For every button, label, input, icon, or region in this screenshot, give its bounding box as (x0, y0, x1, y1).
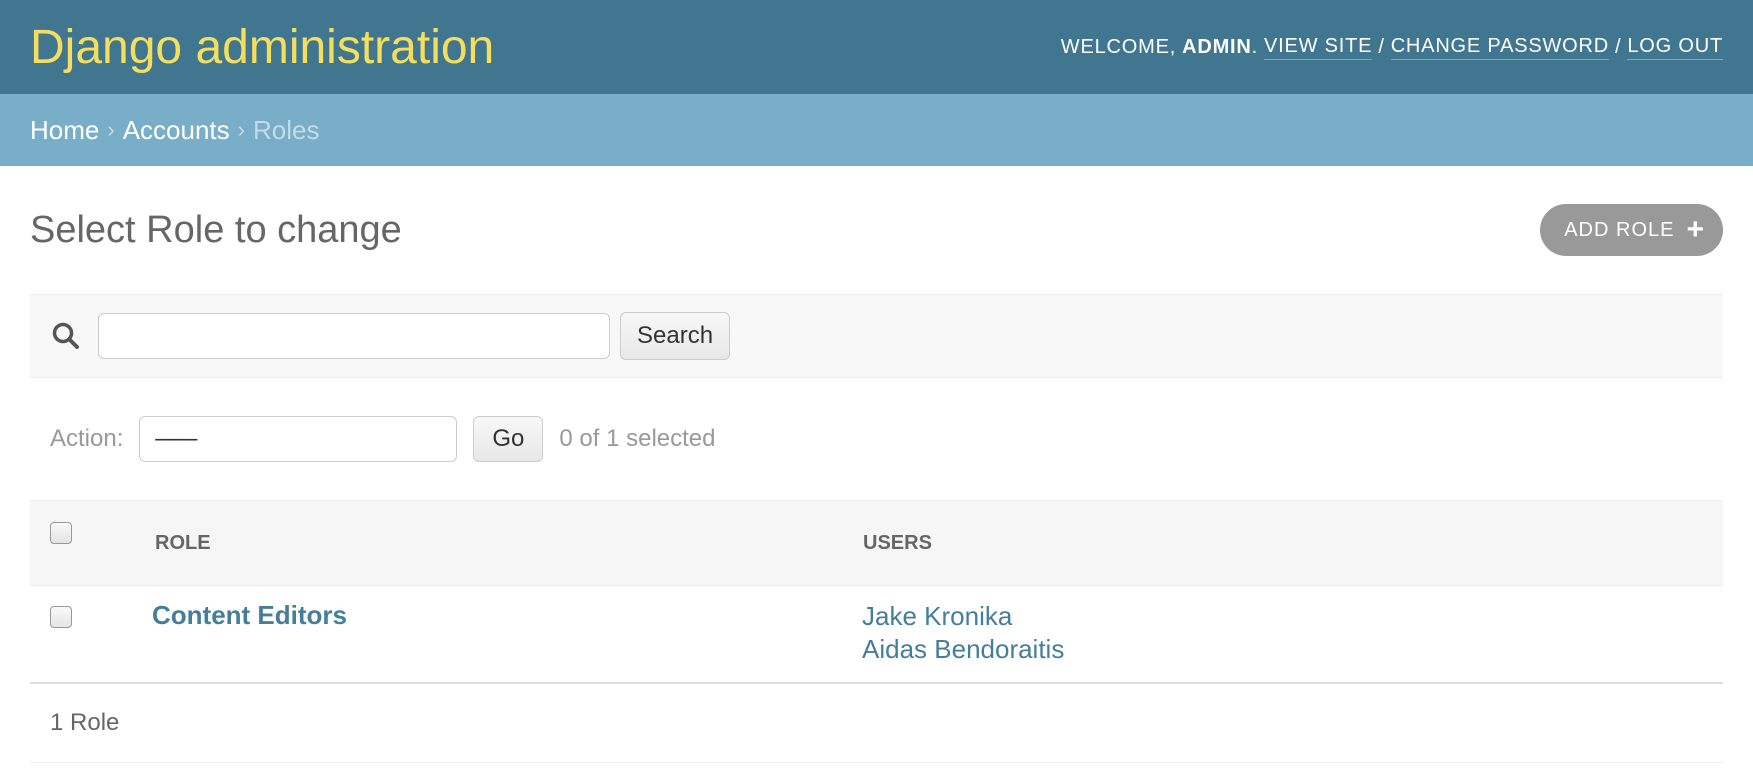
select-all-cell (30, 500, 131, 586)
user-tools: WELCOME, ADMIN. VIEW SITE / CHANGE PASSW… (1061, 35, 1723, 60)
results-table: ROLE USERS Content Editors Jake Kronika … (30, 500, 1723, 683)
users-cell: Jake Kronika Aidas Bendoraitis (861, 585, 1723, 683)
search-icon (50, 320, 82, 352)
search-button[interactable]: Search (620, 312, 731, 360)
site-branding[interactable]: Django administration (30, 20, 494, 75)
user-link[interactable]: Aidas Bendoraitis (862, 633, 1722, 666)
change-password-link[interactable]: CHANGE PASSWORD (1390, 35, 1610, 60)
separator: / (1615, 35, 1622, 58)
user-link[interactable]: Jake Kronika (862, 600, 1722, 633)
column-header-users[interactable]: USERS (861, 500, 1723, 586)
add-role-button[interactable]: ADD ROLE + (1540, 204, 1723, 256)
plus-icon: + (1686, 213, 1705, 246)
action-label: Action: (50, 425, 124, 452)
select-all-checkbox[interactable] (50, 521, 72, 544)
column-header-role[interactable]: ROLE (131, 500, 861, 586)
content: Select Role to change ADD ROLE + Search … (0, 166, 1753, 763)
row-checkbox-cell (30, 585, 131, 683)
separator: / (1378, 35, 1385, 58)
breadcrumb-separator: › (107, 117, 115, 142)
actions-bar: Action: --------- Go 0 of 1 selected (30, 378, 1723, 500)
selection-counter: 0 of 1 selected (559, 425, 716, 452)
add-role-label: ADD ROLE (1564, 218, 1675, 241)
table-row: Content Editors Jake Kronika Aidas Bendo… (30, 585, 1723, 683)
welcome-text: WELCOME, (1060, 35, 1177, 58)
role-link[interactable]: Content Editors (132, 600, 347, 630)
page-title: Select Role to change (30, 208, 402, 251)
go-button[interactable]: Go (473, 416, 544, 462)
view-site-link[interactable]: VIEW SITE (1264, 35, 1373, 60)
log-out-link[interactable]: LOG OUT (1627, 35, 1723, 60)
title-row: Select Role to change ADD ROLE + (30, 166, 1723, 294)
row-checkbox[interactable] (50, 606, 72, 629)
search-bar: Search (30, 294, 1723, 378)
breadcrumb-home[interactable]: Home (30, 115, 99, 146)
action-select[interactable]: --------- (139, 416, 458, 462)
breadcrumb-current: Roles (252, 114, 320, 145)
header: Django administration WELCOME, ADMIN. VI… (0, 0, 1753, 94)
username: ADMIN. (1182, 35, 1258, 58)
search-input[interactable] (98, 313, 610, 359)
breadcrumb-separator: › (237, 117, 245, 142)
role-cell: Content Editors (131, 585, 861, 683)
breadcrumb: Home › Accounts › Roles (0, 94, 1753, 166)
breadcrumb-accounts[interactable]: Accounts (123, 115, 230, 146)
paginator: 1 Role (30, 683, 1723, 763)
